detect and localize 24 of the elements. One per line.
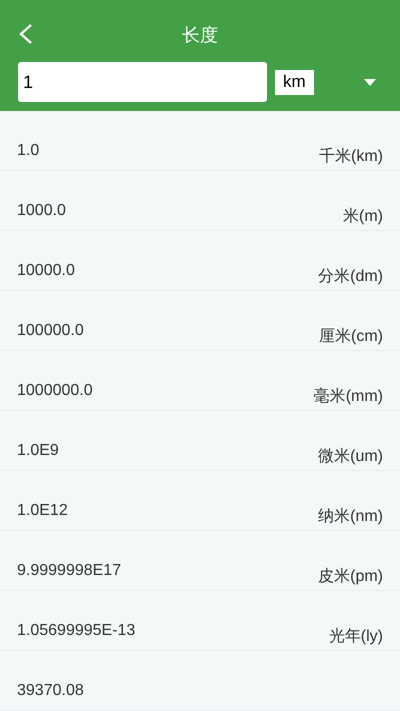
page-title: 长度 [182,24,218,46]
result-value: 39370.08 [17,681,84,701]
result-value: 100000.0 [17,321,84,341]
unit-label: 纳米(nm) [318,507,383,527]
result-value: 10000.0 [17,261,75,281]
unit-label: 皮米(pm) [318,567,383,587]
result-value: 1.0E12 [17,501,68,521]
unit-label: 分米(dm) [318,267,383,287]
result-value: 1000000.0 [17,381,93,401]
result-value: 1.0 [17,141,40,161]
unit-label: 厘米(cm) [319,327,383,347]
dropdown-arrow-icon[interactable] [364,78,376,86]
result-value: 1.05699995E-13 [17,621,136,641]
unit-label: 微米(um) [318,447,383,467]
unit-label: 毫米(mm) [314,387,383,407]
unit-label: 光年(ly) [328,627,383,647]
result-value: 1000.0 [17,201,66,221]
unit-label: 米(m) [343,207,383,227]
input-field[interactable]: 1 [18,62,267,102]
back-icon[interactable] [18,23,34,45]
result-value: 9.9999998E17 [17,561,122,581]
result-value: 1.0E9 [17,441,59,461]
unit-label: 千米(km) [319,147,383,167]
unit-dropdown[interactable]: km [275,70,314,94]
